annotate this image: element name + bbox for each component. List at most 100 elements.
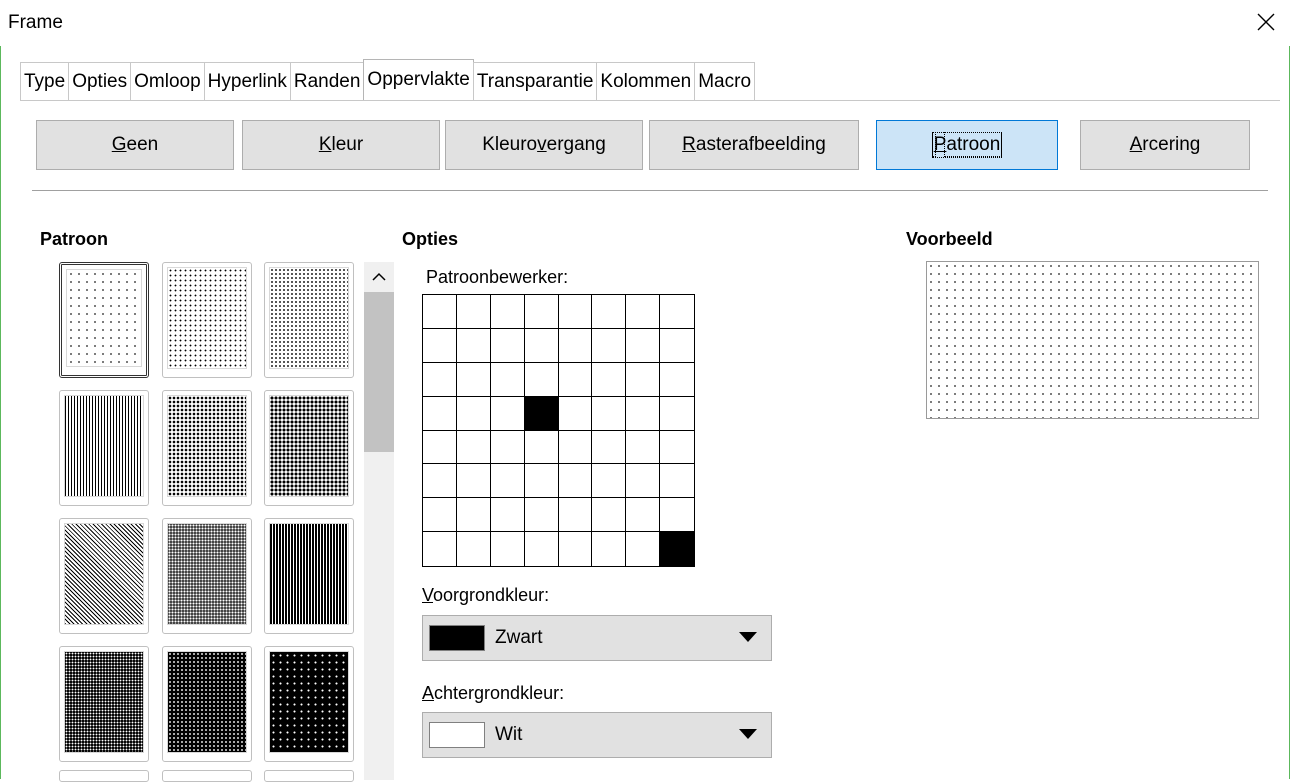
pattern-editor-cell[interactable] xyxy=(558,532,593,566)
pattern-tile[interactable] xyxy=(59,390,149,506)
pattern-editor-cell[interactable] xyxy=(592,430,627,465)
pattern-tile[interactable] xyxy=(162,262,252,378)
pattern-tile[interactable] xyxy=(264,518,354,634)
pattern-editor-cell[interactable] xyxy=(456,295,491,329)
pattern-editor-cell[interactable] xyxy=(592,498,627,533)
pattern-editor-cell[interactable] xyxy=(524,362,559,397)
pattern-editor-cell[interactable] xyxy=(490,295,525,329)
fill-pattern-button[interactable]: Patroon xyxy=(876,120,1058,170)
pattern-editor-cell[interactable] xyxy=(592,295,627,329)
chevron-up-icon[interactable] xyxy=(364,262,394,290)
pattern-editor-cell[interactable] xyxy=(592,396,627,431)
pattern-editor-cell[interactable] xyxy=(524,532,559,566)
pattern-tile[interactable] xyxy=(264,262,354,378)
tab-omloop[interactable]: Omloop xyxy=(130,62,205,100)
pattern-editor-cell[interactable] xyxy=(558,430,593,465)
pattern-editor-cell[interactable] xyxy=(660,328,694,363)
pattern-editor-cell[interactable] xyxy=(524,464,559,499)
pattern-editor-cell[interactable] xyxy=(456,396,491,431)
pattern-editor-cell[interactable] xyxy=(558,464,593,499)
pattern-editor-cell[interactable] xyxy=(524,328,559,363)
close-button[interactable] xyxy=(1244,2,1288,42)
fill-gradient-button[interactable]: Kleurovergang xyxy=(445,120,643,170)
pattern-editor-cell[interactable] xyxy=(660,532,694,566)
pattern-editor-cell[interactable] xyxy=(660,430,694,465)
pattern-editor-cell[interactable] xyxy=(423,430,457,465)
pattern-editor-cell[interactable] xyxy=(626,396,661,431)
pattern-editor-cell[interactable] xyxy=(592,464,627,499)
pattern-editor-cell[interactable] xyxy=(490,430,525,465)
pattern-editor-cell[interactable] xyxy=(423,396,457,431)
pattern-editor-cell[interactable] xyxy=(592,362,627,397)
background-color-dropdown[interactable]: Wit xyxy=(422,712,772,758)
pattern-editor-cell[interactable] xyxy=(456,532,491,566)
pattern-editor-cell[interactable] xyxy=(490,362,525,397)
pattern-tile[interactable] xyxy=(264,646,354,762)
tab-hyperlink[interactable]: Hyperlink xyxy=(203,62,291,100)
pattern-editor-cell[interactable] xyxy=(626,362,661,397)
pattern-editor-cell[interactable] xyxy=(490,532,525,566)
pattern-editor-cell[interactable] xyxy=(490,498,525,533)
pattern-editor-cell[interactable] xyxy=(660,396,694,431)
pattern-editor-cell[interactable] xyxy=(423,295,457,329)
pattern-tile[interactable] xyxy=(162,646,252,762)
pattern-tile[interactable] xyxy=(59,770,149,782)
pattern-editor-cell[interactable] xyxy=(456,498,491,533)
pattern-editor-cell[interactable] xyxy=(558,396,593,431)
pattern-editor-cell[interactable] xyxy=(558,328,593,363)
pattern-editor-cell[interactable] xyxy=(490,396,525,431)
pattern-editor-cell[interactable] xyxy=(456,328,491,363)
fill-color-button[interactable]: Kleur xyxy=(242,120,440,170)
pattern-editor-cell[interactable] xyxy=(660,498,694,533)
tab-type[interactable]: Type xyxy=(20,62,70,100)
tab-oppervlakte[interactable]: Oppervlakte xyxy=(363,59,474,100)
pattern-editor-cell[interactable] xyxy=(626,532,661,566)
pattern-editor-cell[interactable] xyxy=(524,498,559,533)
pattern-tile[interactable] xyxy=(162,770,252,782)
pattern-editor-cell[interactable] xyxy=(626,498,661,533)
tab-transparantie[interactable]: Transparantie xyxy=(472,62,598,100)
fill-none-button[interactable]: Geen xyxy=(36,120,234,170)
pattern-editor-cell[interactable] xyxy=(626,295,661,329)
pattern-editor-cell[interactable] xyxy=(558,295,593,329)
pattern-editor-cell[interactable] xyxy=(423,498,457,533)
pattern-tile[interactable] xyxy=(264,390,354,506)
pattern-editor-cell[interactable] xyxy=(660,295,694,329)
pattern-editor-cell[interactable] xyxy=(524,396,559,431)
pattern-tile[interactable] xyxy=(59,646,149,762)
tab-opties[interactable]: Opties xyxy=(68,62,132,100)
pattern-editor-cell[interactable] xyxy=(592,532,627,566)
pattern-editor-cell[interactable] xyxy=(456,362,491,397)
fill-hatch-button[interactable]: Arcering xyxy=(1080,120,1250,170)
pattern-editor-cell[interactable] xyxy=(423,464,457,499)
pattern-tile[interactable] xyxy=(162,390,252,506)
pattern-tile[interactable] xyxy=(59,262,149,378)
pattern-editor-cell[interactable] xyxy=(456,464,491,499)
pattern-editor-cell[interactable] xyxy=(423,532,457,566)
pattern-editor-cell[interactable] xyxy=(592,328,627,363)
pattern-editor-cell[interactable] xyxy=(660,362,694,397)
pattern-editor-grid[interactable] xyxy=(422,294,695,567)
pattern-tile[interactable] xyxy=(162,518,252,634)
tab-macro[interactable]: Macro xyxy=(694,62,756,100)
pattern-editor-cell[interactable] xyxy=(626,430,661,465)
pattern-editor-cell[interactable] xyxy=(660,464,694,499)
tab-randen[interactable]: Randen xyxy=(289,62,365,100)
scrollbar-thumb[interactable] xyxy=(364,292,394,452)
pattern-editor-cell[interactable] xyxy=(524,295,559,329)
pattern-editor-cell[interactable] xyxy=(524,430,559,465)
fill-bitmap-button[interactable]: Rasterafbeelding xyxy=(649,120,859,170)
tab-kolommen[interactable]: Kolommen xyxy=(596,62,696,100)
pattern-editor-cell[interactable] xyxy=(423,328,457,363)
pattern-editor-cell[interactable] xyxy=(423,362,457,397)
pattern-editor-cell[interactable] xyxy=(490,464,525,499)
pattern-editor-cell[interactable] xyxy=(558,498,593,533)
pattern-editor-cell[interactable] xyxy=(626,328,661,363)
pattern-editor-cell[interactable] xyxy=(490,328,525,363)
pattern-tile[interactable] xyxy=(264,770,354,782)
pattern-editor-cell[interactable] xyxy=(558,362,593,397)
pattern-tile[interactable] xyxy=(59,518,149,634)
foreground-color-dropdown[interactable]: Zwart xyxy=(422,615,772,661)
pattern-editor-cell[interactable] xyxy=(626,464,661,499)
pattern-editor-cell[interactable] xyxy=(456,430,491,465)
